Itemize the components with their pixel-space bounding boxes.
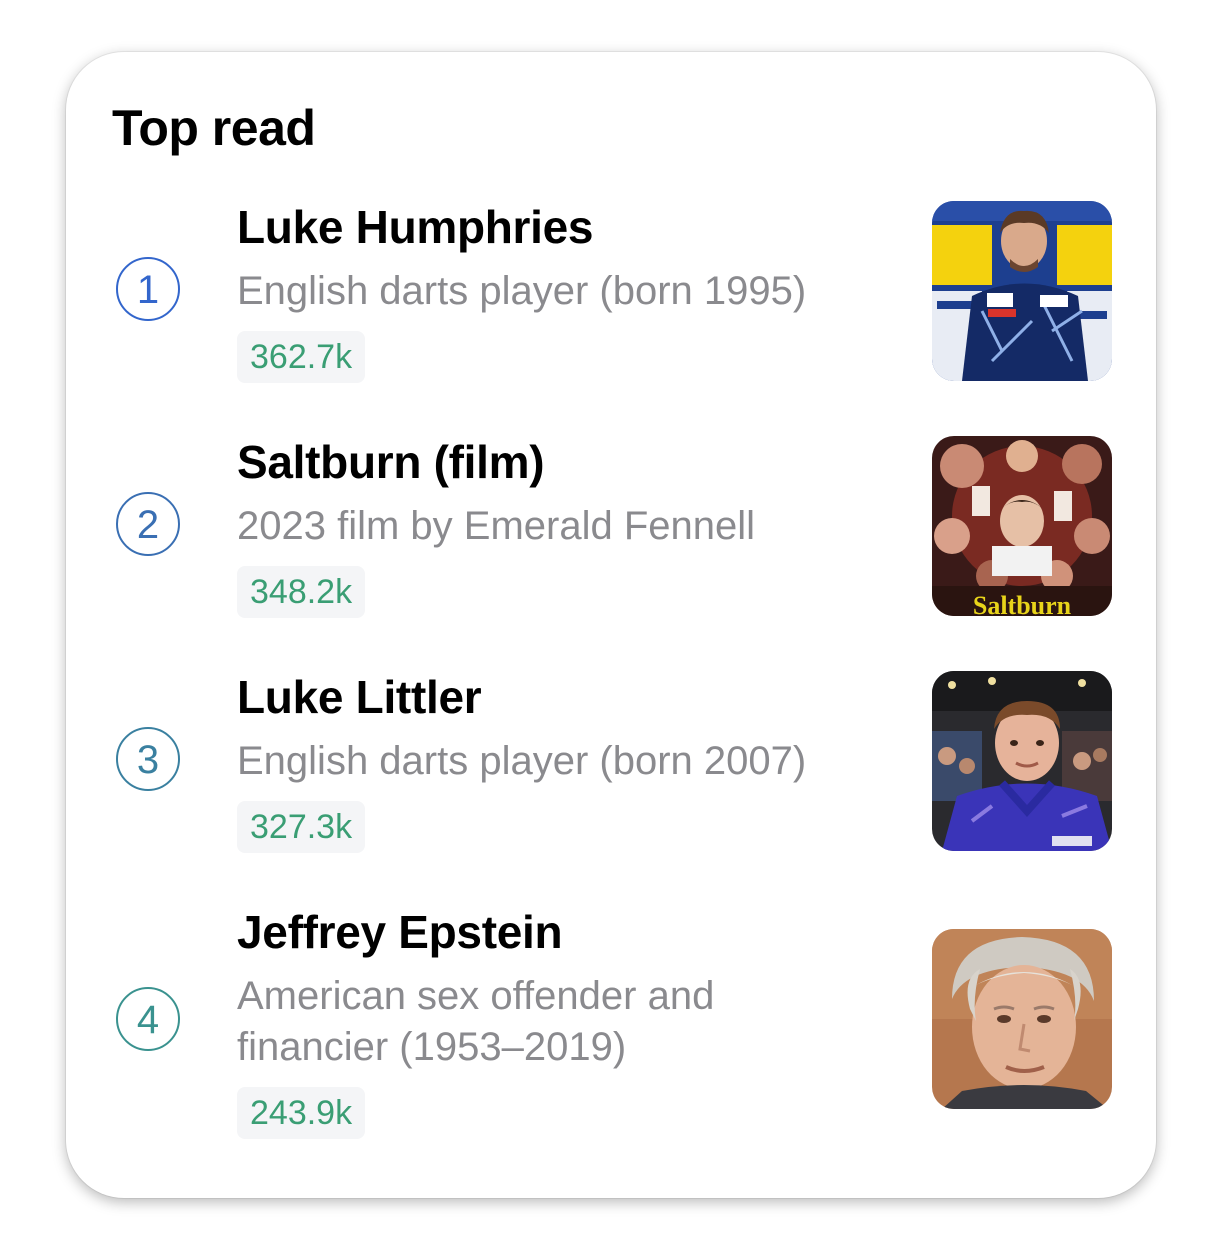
article-description: American sex offender and financier (195… [237,974,715,1069]
article-title: Jeffrey Epstein [237,906,563,958]
article-description: 2023 film by Emerald Fennell [237,504,756,548]
rank-number: 2 [136,502,160,547]
views-badge: 362.7k [237,331,366,383]
widget-title: Top read [112,100,316,156]
article-description: English darts player (born 2007) [237,739,807,783]
rank-badge: 3 [116,727,180,791]
darts-player-photo [932,201,1112,381]
list-item-luke-humphries[interactable]: 1 Luke Humphries English darts player (b… [66,200,1156,390]
list-item-jeffrey-epstein[interactable]: 4 Jeffrey Epstein American sex offender … [66,905,1156,1145]
views-badge: 348.2k [237,566,366,618]
top-read-widget[interactable]: Top read 1 Luke Humphries English darts … [66,52,1156,1198]
views-badge: 243.9k [237,1087,366,1139]
list-item-saltburn[interactable]: 2 Saltburn (film) 2023 film by Emerald F… [66,435,1156,625]
article-title: Luke Littler [237,671,482,723]
thumbnail-image [932,929,1112,1109]
article-description: English darts player (born 1995) [237,269,807,313]
svg-text:Saltburn: Saltburn [973,591,1072,616]
article-title: Luke Humphries [237,201,594,253]
rank-number: 4 [136,997,160,1042]
rank-number: 1 [136,267,160,312]
thumbnail-image [932,671,1112,851]
film-poster: Saltburn [932,436,1112,616]
list-item-luke-littler[interactable]: 3 Luke Littler English darts player (bor… [66,670,1156,860]
darts-player-photo [932,671,1112,851]
portrait-photo [932,929,1112,1109]
rank-badge: 1 [116,257,180,321]
thumbnail-image: Saltburn [932,436,1112,616]
rank-badge: 4 [116,987,180,1051]
views-badge: 327.3k [237,801,366,853]
rank-badge: 2 [116,492,180,556]
rank-number: 3 [136,737,160,782]
article-title: Saltburn (film) [237,436,545,488]
thumbnail-image [932,201,1112,381]
